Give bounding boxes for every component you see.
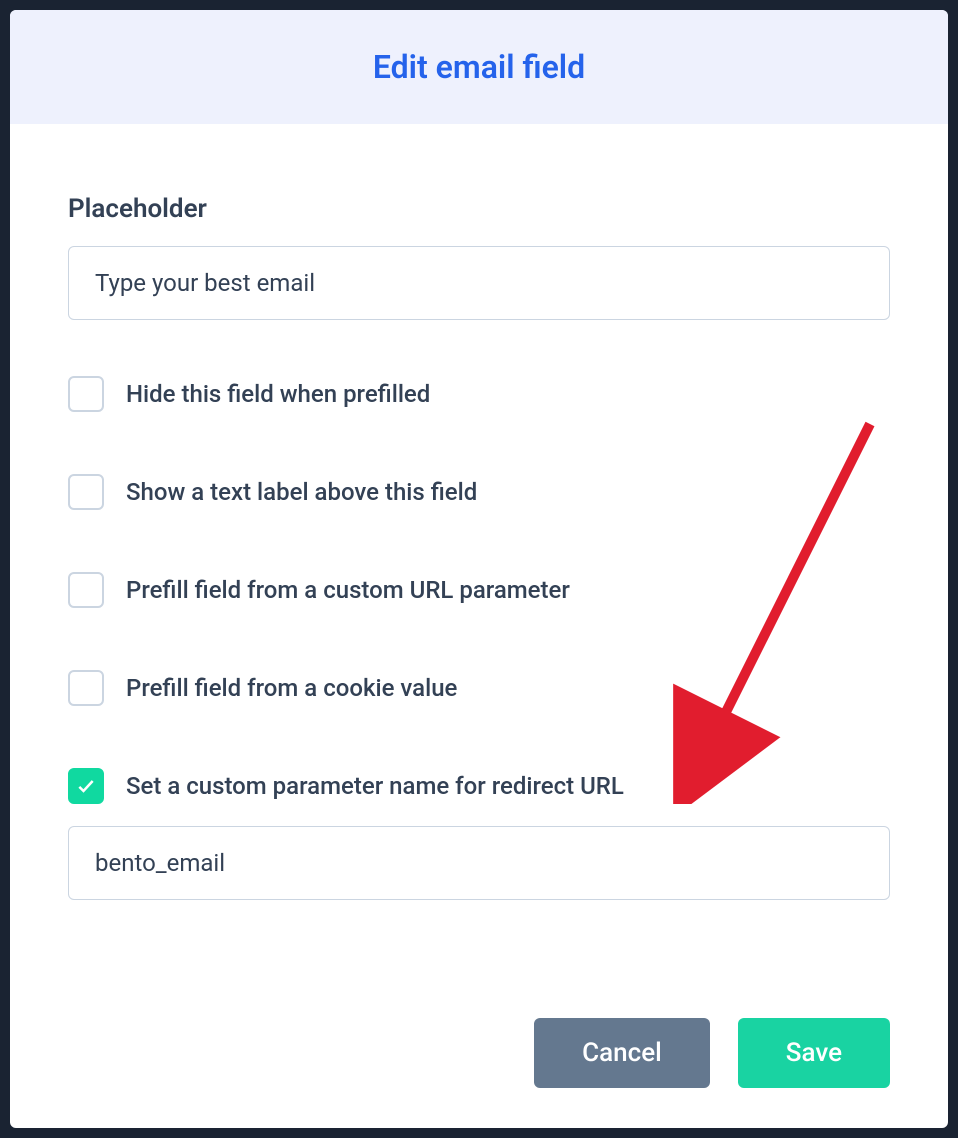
save-button[interactable]: Save <box>738 1018 890 1088</box>
custom-redirect-param-label: Set a custom parameter name for redirect… <box>126 772 624 800</box>
option-prefill-url-param: Prefill field from a custom URL paramete… <box>68 572 890 608</box>
prefill-url-param-checkbox[interactable] <box>68 572 104 608</box>
placeholder-label: Placeholder <box>68 194 890 224</box>
option-custom-redirect-param: Set a custom parameter name for redirect… <box>68 768 890 804</box>
prefill-cookie-checkbox[interactable] <box>68 670 104 706</box>
option-show-text-label: Show a text label above this field <box>68 474 890 510</box>
modal-title: Edit email field <box>30 48 928 86</box>
option-custom-redirect-param-container: Set a custom parameter name for redirect… <box>68 768 890 900</box>
cancel-button[interactable]: Cancel <box>534 1018 710 1088</box>
option-hide-when-prefilled: Hide this field when prefilled <box>68 376 890 412</box>
show-text-label-checkbox[interactable] <box>68 474 104 510</box>
hide-when-prefilled-checkbox[interactable] <box>68 376 104 412</box>
option-prefill-cookie: Prefill field from a cookie value <box>68 670 890 706</box>
modal-actions: Cancel Save <box>68 958 890 1088</box>
prefill-url-param-label: Prefill field from a custom URL paramete… <box>126 576 570 604</box>
show-text-label-label: Show a text label above this field <box>126 478 477 506</box>
custom-redirect-param-checkbox[interactable] <box>68 768 104 804</box>
prefill-cookie-label: Prefill field from a cookie value <box>126 674 457 702</box>
edit-email-field-modal: Edit email field Placeholder Hide this f… <box>10 10 948 1128</box>
hide-when-prefilled-label: Hide this field when prefilled <box>126 380 430 408</box>
modal-header: Edit email field <box>10 10 948 124</box>
check-icon <box>76 776 96 796</box>
modal-body: Placeholder Hide this field when prefill… <box>10 124 948 1128</box>
custom-redirect-param-input[interactable] <box>68 826 890 900</box>
options-group: Hide this field when prefilled Show a te… <box>68 376 890 900</box>
custom-redirect-param-input-wrapper <box>68 826 890 900</box>
placeholder-input[interactable] <box>68 246 890 320</box>
